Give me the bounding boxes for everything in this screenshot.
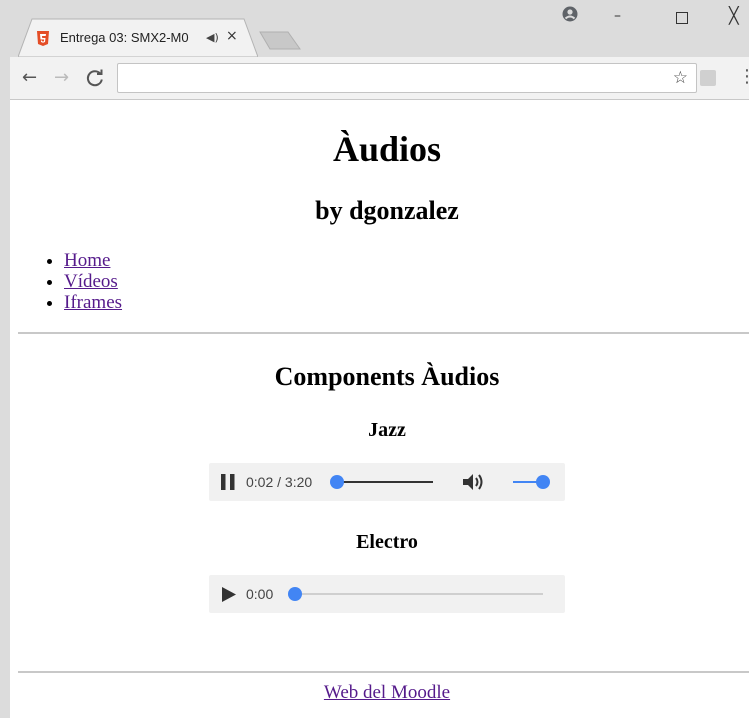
audio-player-jazz[interactable]: 0:02 / 3:20 — [209, 463, 565, 501]
divider — [18, 332, 749, 334]
nav-link-home[interactable]: Home — [64, 250, 110, 271]
tab-close-icon[interactable]: × — [226, 28, 238, 44]
nav-list: Home Vídeos Iframes — [26, 250, 122, 313]
nav-link-videos[interactable]: Vídeos — [64, 271, 118, 292]
forward-arrow-icon[interactable]: → — [54, 67, 69, 88]
volume-knob[interactable] — [536, 475, 550, 489]
minimize-button[interactable]: – — [614, 8, 621, 24]
volume-icon[interactable] — [462, 472, 486, 492]
address-bar[interactable]: ☆ — [117, 63, 697, 93]
nav-item-videos: Vídeos — [64, 271, 122, 292]
tab-strip: Entrega 03: SMX2-M0 ◀) × – ╳ — [10, 0, 749, 57]
moodle-link[interactable]: Web del Moodle — [324, 682, 450, 703]
reload-icon[interactable] — [86, 69, 104, 87]
audio-title-electro: Electro — [356, 531, 418, 553]
html5-favicon-icon — [37, 31, 49, 46]
nav-link-iframes[interactable]: Iframes — [64, 292, 122, 313]
audio-player-electro[interactable]: 0:00 — [209, 575, 565, 613]
pdf-extension-icon[interactable] — [700, 70, 716, 86]
play-icon[interactable] — [222, 587, 236, 602]
tab-title: Entrega 03: SMX2-M0 — [60, 30, 189, 45]
menu-icon[interactable]: ⋮ — [738, 66, 749, 87]
footer-divider — [18, 671, 749, 673]
pause-icon[interactable] — [221, 474, 235, 490]
speaker-icon[interactable]: ◀) — [206, 31, 219, 44]
browser-toolbar: ← → ☆ ⋮ — [10, 57, 749, 100]
browser-chrome: Entrega 03: SMX2-M0 ◀) × – ╳ ← → ☆ ⋮ — [10, 0, 749, 100]
maximize-button[interactable] — [676, 12, 688, 24]
close-window-button[interactable]: ╳ — [729, 6, 739, 25]
nav-item-home: Home — [64, 250, 122, 271]
new-tab-button[interactable] — [258, 30, 302, 50]
page-title: Àudios — [332, 129, 442, 169]
nav-item-iframes: Iframes — [64, 292, 122, 313]
seek-bar-electro[interactable] — [291, 593, 543, 595]
seek-knob-electro[interactable] — [288, 587, 302, 601]
back-arrow-icon[interactable]: ← — [22, 67, 37, 88]
footer: Web del Moodle — [18, 682, 749, 704]
url-input[interactable] — [118, 64, 648, 92]
seek-knob-jazz[interactable] — [330, 475, 344, 489]
seek-bar-jazz[interactable] — [337, 481, 433, 483]
bookmark-star-icon[interactable]: ☆ — [673, 68, 688, 88]
page-content: Àudios by dgonzalez Home Vídeos Iframes … — [18, 100, 749, 718]
audio-title-jazz: Jazz — [368, 419, 406, 441]
section-title: Components Àudios — [274, 362, 500, 391]
profile-icon[interactable] — [562, 6, 578, 22]
window-frame — [0, 0, 10, 718]
audio-time-electro: 0:00 — [246, 586, 274, 602]
audio-time-jazz: 0:02 / 3:20 — [246, 474, 313, 490]
author-heading: by dgonzalez — [315, 196, 459, 225]
